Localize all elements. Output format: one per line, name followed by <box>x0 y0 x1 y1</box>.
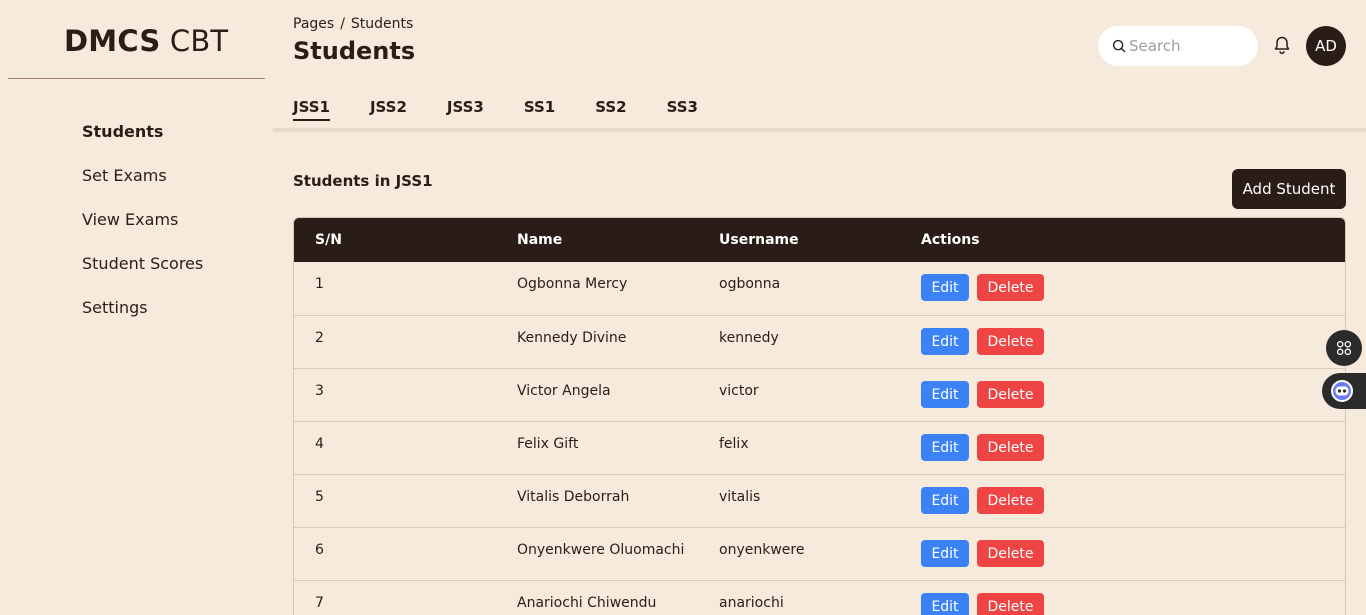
cell-actions: Edit Delete <box>900 369 1345 421</box>
edit-button[interactable]: Edit <box>921 487 969 514</box>
cell-actions: Edit Delete <box>900 422 1345 474</box>
breadcrumb-separator: / <box>340 16 345 32</box>
tab-ss3[interactable]: SS3 <box>667 98 698 121</box>
add-student-button[interactable]: Add Student <box>1232 169 1346 209</box>
avatar[interactable]: AD <box>1306 26 1346 66</box>
sidebar-nav: Students Set Exams View Exams Student Sc… <box>82 121 203 341</box>
sidebar-item-set-exams[interactable]: Set Exams <box>82 165 203 209</box>
cell-sn: 6 <box>315 542 324 558</box>
tabs-divider <box>273 128 1366 131</box>
page-title: Students <box>293 37 416 65</box>
table-row: 2 Kennedy Divine kennedy Edit Delete <box>294 315 1345 368</box>
apps-grid-icon <box>1336 340 1352 356</box>
cell-actions: Edit Delete <box>900 475 1345 527</box>
cell-actions: Edit Delete <box>900 262 1345 315</box>
edit-button[interactable]: Edit <box>921 540 969 567</box>
table-row: 1 Ogbonna Mercy ogbonna Edit Delete <box>294 262 1345 315</box>
table-header: S/N Name Username Actions <box>294 218 1345 262</box>
table-row: 6 Onyenkwere Oluomachi onyenkwere Edit D… <box>294 527 1345 580</box>
cell-sn: 3 <box>315 383 324 399</box>
tab-jss3[interactable]: JSS3 <box>447 98 484 121</box>
assistant-button[interactable] <box>1322 373 1366 409</box>
students-table: S/N Name Username Actions 1 Ogbonna Merc… <box>293 217 1346 615</box>
column-header-username: Username <box>719 232 799 248</box>
cell-username: vitalis <box>719 489 761 505</box>
delete-button[interactable]: Delete <box>977 593 1044 615</box>
cell-sn: 4 <box>315 436 324 452</box>
edit-button[interactable]: Edit <box>921 381 969 408</box>
sidebar-item-settings[interactable]: Settings <box>82 297 203 341</box>
sidebar-item-view-exams[interactable]: View Exams <box>82 209 203 253</box>
edit-button[interactable]: Edit <box>921 434 969 461</box>
cell-name: Victor Angela <box>517 383 611 399</box>
cell-actions: Edit Delete <box>900 316 1345 368</box>
table-row: 4 Felix Gift felix Edit Delete <box>294 421 1345 474</box>
cell-username: anariochi <box>719 595 784 611</box>
sidebar-item-students[interactable]: Students <box>82 121 203 165</box>
cell-username: ogbonna <box>719 276 781 292</box>
column-header-name: Name <box>517 232 563 248</box>
search-box[interactable] <box>1098 26 1258 66</box>
tab-ss1[interactable]: SS1 <box>524 98 555 121</box>
cell-username: onyenkwere <box>719 542 805 558</box>
table-row: 7 Anariochi Chiwendu anariochi Edit Dele… <box>294 580 1345 615</box>
cell-name: Ogbonna Mercy <box>517 276 628 292</box>
sidebar-divider <box>8 78 265 79</box>
column-header-sn: S/N <box>315 232 342 248</box>
edit-button[interactable]: Edit <box>921 328 969 355</box>
sidebar: DMCS CBT Students Set Exams View Exams S… <box>0 0 273 615</box>
column-header-actions: Actions <box>921 232 980 248</box>
edit-button[interactable]: Edit <box>921 274 969 301</box>
table-row: 5 Vitalis Deborrah vitalis Edit Delete <box>294 474 1345 527</box>
cell-actions: Edit Delete <box>900 528 1345 580</box>
apps-grid-button[interactable] <box>1326 330 1362 366</box>
cell-sn: 5 <box>315 489 324 505</box>
search-icon <box>1112 39 1126 53</box>
table-row: 3 Victor Angela victor Edit Delete <box>294 368 1345 421</box>
tab-jss1[interactable]: JSS1 <box>293 98 330 121</box>
delete-button[interactable]: Delete <box>977 434 1044 461</box>
cell-sn: 1 <box>315 276 324 292</box>
breadcrumb: Pages / Students <box>293 16 413 32</box>
breadcrumb-pages[interactable]: Pages <box>293 16 334 32</box>
table-body: 1 Ogbonna Mercy ogbonna Edit Delete 2 Ke… <box>294 262 1345 615</box>
edit-button[interactable]: Edit <box>921 593 969 615</box>
cell-name: Onyenkwere Oluomachi <box>517 542 685 558</box>
delete-button[interactable]: Delete <box>977 487 1044 514</box>
cell-sn: 7 <box>315 595 324 611</box>
app-logo: DMCS CBT <box>64 24 229 58</box>
cell-actions: Edit Delete <box>900 581 1345 615</box>
cell-username: victor <box>719 383 759 399</box>
bell-icon[interactable] <box>1272 35 1292 55</box>
tab-jss2[interactable]: JSS2 <box>370 98 407 121</box>
search-input[interactable] <box>1129 37 1249 55</box>
cell-name: Vitalis Deborrah <box>517 489 630 505</box>
class-tabs: JSS1 JSS2 JSS3 SS1 SS2 SS3 <box>293 98 738 121</box>
delete-button[interactable]: Delete <box>977 328 1044 355</box>
assistant-bot-icon <box>1331 380 1353 402</box>
cell-sn: 2 <box>315 330 324 346</box>
section-title: Students in JSS1 <box>293 172 433 190</box>
delete-button[interactable]: Delete <box>977 381 1044 408</box>
cell-username: felix <box>719 436 749 452</box>
breadcrumb-current: Students <box>350 16 414 32</box>
delete-button[interactable]: Delete <box>977 540 1044 567</box>
cell-name: Kennedy Divine <box>517 330 627 346</box>
delete-button[interactable]: Delete <box>977 274 1044 301</box>
tab-ss2[interactable]: SS2 <box>595 98 626 121</box>
cell-name: Anariochi Chiwendu <box>517 595 657 611</box>
cell-name: Felix Gift <box>517 436 579 452</box>
sidebar-item-student-scores[interactable]: Student Scores <box>82 253 203 297</box>
cell-username: kennedy <box>719 330 779 346</box>
